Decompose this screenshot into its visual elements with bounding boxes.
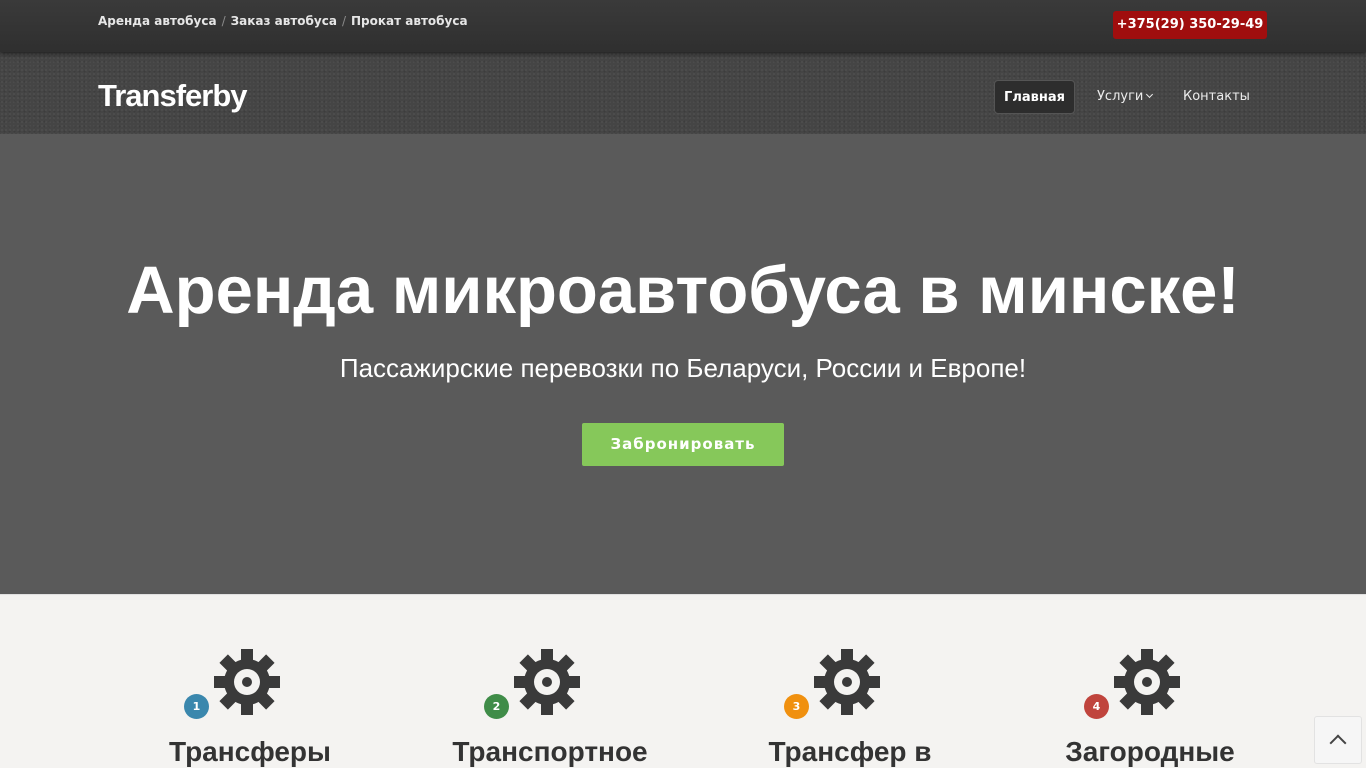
chevron-up-icon bbox=[1329, 734, 1347, 752]
hero-title: Аренда микроавтобуса в минске! bbox=[126, 253, 1240, 328]
feature-title: Транспортное bbox=[452, 736, 648, 767]
breadcrumb-item-order[interactable]: Заказ автобуса bbox=[231, 14, 337, 28]
breadcrumb-separator: / bbox=[221, 14, 226, 28]
nav-item-services-label: Услуги bbox=[1097, 89, 1144, 104]
top-bar: Аренда автобуса / Заказ автобуса / Прокат ав… bbox=[0, 0, 1366, 52]
site-logo[interactable]: Transferby bbox=[98, 78, 248, 114]
feature-number-badge: 1 bbox=[184, 694, 209, 719]
features-section: 1 Трансферы 2 Транспортное 3 Трансфер в … bbox=[0, 596, 1366, 768]
feature-item[interactable]: 4 Загородные bbox=[1000, 596, 1300, 768]
gear-icon bbox=[514, 649, 580, 715]
feature-title: Загородные bbox=[1065, 736, 1235, 767]
feature-item[interactable]: 1 Трансферы bbox=[100, 596, 400, 768]
scroll-to-top-button[interactable] bbox=[1314, 716, 1362, 764]
breadcrumb: Аренда автобуса / Заказ автобуса / Прокат ав… bbox=[98, 14, 468, 28]
hero-subtitle: Пассажирские перевозки по Беларуси, Росс… bbox=[339, 353, 1027, 383]
breadcrumb-item-rent[interactable]: Аренда автобуса bbox=[98, 14, 217, 28]
feature-item[interactable]: 3 Трансфер в bbox=[700, 596, 1000, 768]
breadcrumb-item-hire[interactable]: Прокат автобуса bbox=[351, 14, 468, 28]
feature-number-badge: 3 bbox=[784, 694, 809, 719]
feature-title: Трансфер в bbox=[768, 736, 932, 767]
gear-icon bbox=[814, 649, 880, 715]
site-header: Transferby Главная Услуги Контакты bbox=[0, 52, 1366, 134]
feature-title: Трансферы bbox=[169, 736, 331, 767]
gear-icon bbox=[1114, 649, 1180, 715]
phone-button[interactable]: +375(29) 350-29-49 bbox=[1113, 11, 1267, 39]
book-button[interactable]: Забронировать bbox=[582, 423, 784, 466]
nav-item-contacts[interactable]: Контакты bbox=[1183, 80, 1250, 114]
nav-item-home[interactable]: Главная bbox=[994, 80, 1075, 114]
breadcrumb-separator: / bbox=[341, 14, 346, 28]
hero-section: Аренда микроавтобуса в минске! Пассажирс… bbox=[0, 134, 1366, 595]
feature-number-badge: 2 bbox=[484, 694, 509, 719]
chevron-down-icon bbox=[1146, 90, 1154, 99]
feature-number-badge: 4 bbox=[1084, 694, 1109, 719]
nav-item-services[interactable]: Услуги bbox=[1097, 80, 1154, 114]
feature-item[interactable]: 2 Транспортное bbox=[400, 596, 700, 768]
gear-icon bbox=[214, 649, 280, 715]
